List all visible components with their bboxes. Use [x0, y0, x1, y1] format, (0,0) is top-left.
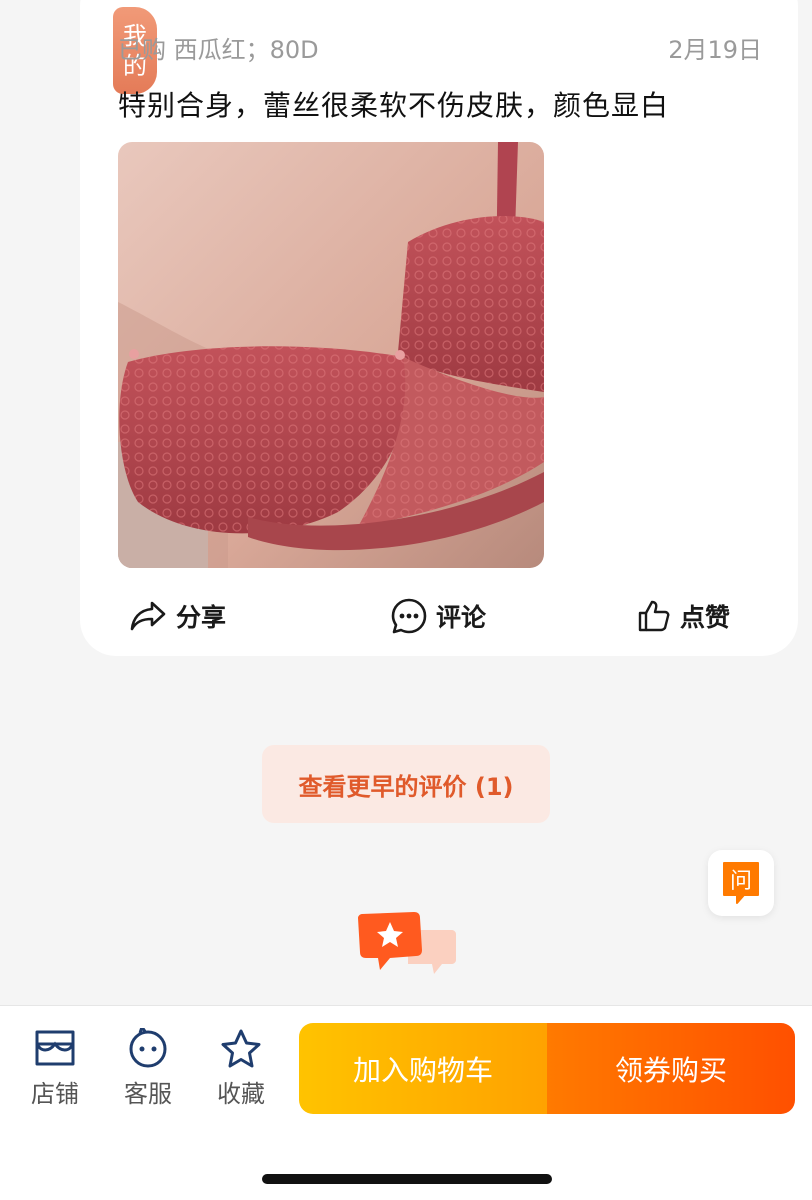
review-date: 2月19日: [668, 36, 762, 64]
product-photo: [118, 142, 544, 568]
review-meta: 已购 西瓜红；80D 2月19日: [118, 30, 762, 64]
like-label: 点赞: [680, 603, 731, 632]
star-icon: [221, 1029, 261, 1068]
coupon-buy-button[interactable]: 领券购买: [547, 1023, 795, 1114]
ask-question-button[interactable]: 问: [708, 850, 774, 916]
like-button[interactable]: 点赞: [636, 596, 730, 636]
thumbs-up-icon: [638, 600, 670, 632]
store-nav[interactable]: 店铺: [10, 1028, 100, 1109]
purchase-info: 已购 西瓜红；80D: [118, 36, 319, 64]
comment-icon: [391, 598, 427, 634]
service-label: 客服: [124, 1080, 172, 1108]
chat-bubbles-icon: [358, 912, 456, 974]
bottom-action-bar: 店铺 客服 收藏 加入购物车 领券购买: [0, 1005, 812, 1200]
share-button[interactable]: 分享: [128, 596, 226, 636]
service-face-icon: [129, 1028, 167, 1068]
share-icon: [130, 601, 166, 631]
review-photo[interactable]: [118, 142, 544, 568]
favorite-label: 收藏: [217, 1080, 265, 1108]
customer-service-nav[interactable]: 客服: [103, 1028, 193, 1109]
comment-label: 评论: [436, 603, 487, 632]
store-icon: [35, 1030, 75, 1066]
store-label: 店铺: [31, 1080, 79, 1108]
review-text: 特别合身，蕾丝很柔软不伤皮肤，颜色显白: [118, 89, 670, 122]
view-earlier-reviews-button[interactable]: 查看更早的评价 (1): [262, 745, 550, 823]
share-label: 分享: [176, 603, 227, 632]
comment-button[interactable]: 评论: [390, 596, 486, 636]
question-bubble-icon: 问: [723, 862, 759, 904]
home-indicator: [262, 1174, 552, 1184]
ask-label: 问: [730, 869, 752, 894]
add-to-cart-button[interactable]: 加入购物车: [299, 1023, 547, 1114]
favorite-nav[interactable]: 收藏: [196, 1028, 286, 1109]
